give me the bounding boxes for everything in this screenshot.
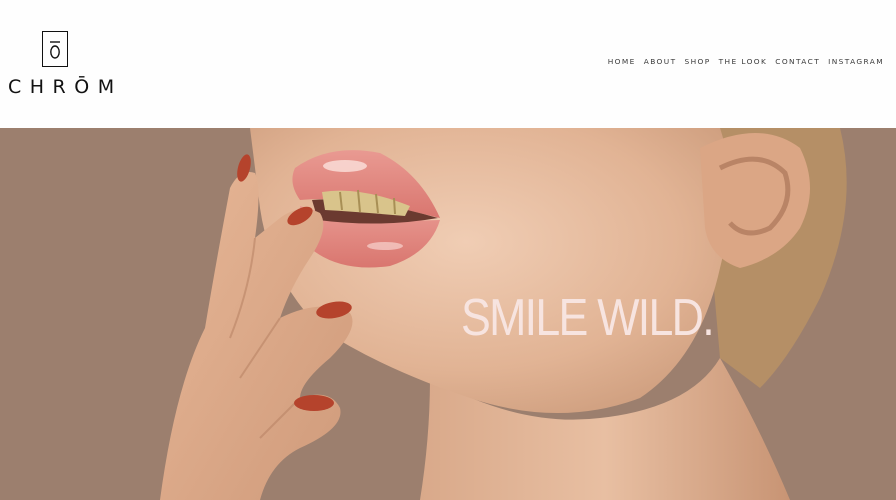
brand-wordmark: CHRŌM bbox=[8, 76, 123, 98]
hero-headline: SMILE WILD. bbox=[461, 289, 715, 347]
nav-shop[interactable]: SHOP bbox=[685, 57, 711, 66]
nav-about[interactable]: ABOUT bbox=[644, 57, 677, 66]
nav-contact[interactable]: CONTACT bbox=[775, 57, 820, 66]
nav-home[interactable]: HOME bbox=[608, 57, 636, 66]
page: CHRŌM HOME ABOUT SHOP THE LOOK CONTACT I… bbox=[0, 0, 896, 500]
hero-photo bbox=[160, 128, 847, 500]
hero-banner: SMILE WILD. bbox=[0, 128, 896, 500]
nav-the-look[interactable]: THE LOOK bbox=[719, 57, 768, 66]
brand-logo[interactable]: CHRŌM bbox=[8, 28, 123, 102]
main-nav: HOME ABOUT SHOP THE LOOK CONTACT INSTAGR… bbox=[608, 57, 884, 66]
site-header: CHRŌM HOME ABOUT SHOP THE LOOK CONTACT I… bbox=[0, 0, 896, 128]
logo-mark-icon bbox=[42, 31, 68, 67]
nav-instagram[interactable]: INSTAGRAM bbox=[828, 57, 884, 66]
